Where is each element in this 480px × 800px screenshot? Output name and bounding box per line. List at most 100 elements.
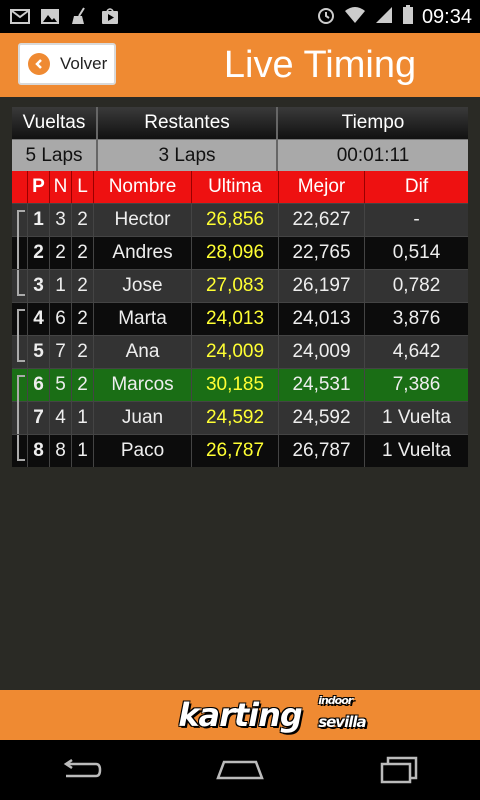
- row-last: 26,787: [192, 435, 279, 467]
- row-name: Paco: [94, 435, 192, 467]
- time-header: Tiempo: [278, 107, 468, 139]
- row-dif: 0,782: [392, 275, 441, 296]
- remaining-header: Restantes: [98, 107, 278, 139]
- row-bracket: [12, 204, 28, 238]
- summary-value-row: 5 Laps 3 Laps 00:01:11: [12, 139, 468, 171]
- row-bracket: [12, 270, 28, 302]
- back-button-label: Volver: [60, 54, 108, 73]
- row-name: Juan: [94, 402, 192, 434]
- laps-header: Vueltas: [12, 107, 98, 139]
- logo-sub-text: indoor: [318, 694, 353, 707]
- back-button[interactable]: Volver: [18, 43, 116, 85]
- row-best: 26,197: [279, 270, 365, 302]
- col-laps: L: [72, 171, 94, 203]
- row-last: 28,096: [192, 237, 279, 269]
- row-last: 24,592: [192, 402, 279, 434]
- row-dif: 4,642: [392, 341, 441, 362]
- row-name: Andres: [94, 237, 192, 269]
- image-icon: [40, 6, 60, 26]
- play-store-icon: [100, 6, 120, 26]
- row-number: 1: [50, 270, 72, 302]
- karting-logo: karting indoor sevilla: [178, 694, 366, 734]
- row-dif: 0,514: [392, 242, 441, 263]
- table-row: 1 3 2 Hector 26,856 22,627 -: [12, 203, 468, 238]
- row-dif: 1 Vuelta: [381, 440, 451, 461]
- timing-table: Vueltas Restantes Tiempo 5 Laps 3 Laps 0…: [12, 107, 468, 467]
- row-position: 2: [28, 237, 50, 269]
- table-row: 3 1 2 Jose 27,083 26,197 0,782: [12, 269, 468, 302]
- table-row: 5 7 2 Ana 24,009 24,009 4,642: [12, 335, 468, 368]
- table-row: 7 4 1 Juan 24,592 24,592 1 Vuelta: [12, 401, 468, 434]
- row-position: 5: [28, 336, 50, 368]
- row-last: 26,856: [192, 204, 279, 236]
- row-bracket: [12, 336, 28, 368]
- table-row-highlighted: 6 5 2 Marcos 30,185 24,531 7,386: [12, 368, 468, 403]
- row-laps: 2: [72, 237, 94, 269]
- broom-icon: [70, 6, 90, 26]
- row-number: 2: [50, 237, 72, 269]
- signal-icon: [374, 5, 394, 30]
- row-number: 3: [50, 204, 72, 236]
- row-best: 24,531: [279, 369, 365, 401]
- row-laps: 2: [72, 303, 94, 335]
- col-last: Ultima: [192, 171, 279, 203]
- alarm-icon: [316, 5, 336, 30]
- home-icon[interactable]: [210, 750, 270, 790]
- table-row: 8 8 1 Paco 26,787 26,787 1 Vuelta: [12, 434, 468, 467]
- row-laps: 2: [72, 270, 94, 302]
- laps-value: 5 Laps: [12, 139, 98, 171]
- chevron-left-icon: [28, 53, 50, 75]
- back-nav-icon[interactable]: [50, 750, 110, 790]
- col-dif: Dif: [365, 171, 468, 203]
- gmail-icon: [10, 6, 30, 26]
- row-number: 7: [50, 336, 72, 368]
- status-time: 09:34: [421, 6, 472, 28]
- row-position: 6: [28, 369, 50, 401]
- row-laps: 2: [72, 204, 94, 236]
- row-number: 6: [50, 303, 72, 335]
- row-number: 5: [50, 369, 72, 401]
- status-bar: 09:34: [0, 0, 480, 33]
- row-last: 24,009: [192, 336, 279, 368]
- row-name: Marta: [94, 303, 192, 335]
- row-last: 27,083: [192, 270, 279, 302]
- row-dif: 3,876: [392, 308, 441, 329]
- recent-apps-icon[interactable]: [370, 750, 430, 790]
- col-name: Nombre: [94, 171, 192, 203]
- row-bracket: [12, 402, 28, 434]
- battery-icon: [402, 5, 414, 30]
- page-title: Live Timing: [223, 44, 417, 86]
- app-header: Volver Live Timing: [0, 33, 480, 97]
- time-value: 00:01:11: [278, 139, 468, 171]
- row-position: 3: [28, 270, 50, 302]
- table-row: 2 2 2 Andres 28,096 22,765 0,514: [12, 236, 468, 269]
- row-best: 22,765: [279, 237, 365, 269]
- row-bracket: [12, 303, 28, 337]
- row-position: 8: [28, 435, 50, 467]
- row-bracket: [12, 435, 28, 467]
- row-position: 4: [28, 303, 50, 335]
- row-dif: 1 Vuelta: [381, 407, 451, 428]
- table-row: 4 6 2 Marta 24,013 24,013 3,876: [12, 302, 468, 337]
- row-last: 30,185: [192, 369, 279, 401]
- logo-text: karting: [178, 696, 303, 734]
- row-best: 22,627: [279, 204, 365, 236]
- row-number: 4: [50, 402, 72, 434]
- row-dif: 7,386: [392, 374, 441, 395]
- row-name: Jose: [94, 270, 192, 302]
- row-name: Marcos: [94, 369, 192, 401]
- summary-header-row: Vueltas Restantes Tiempo: [12, 107, 468, 139]
- col-best: Mejor: [279, 171, 365, 203]
- row-position: 1: [28, 204, 50, 236]
- row-best: 26,787: [279, 435, 365, 467]
- logo-city-text: sevilla: [318, 713, 366, 731]
- footer-banner: karting indoor sevilla: [0, 690, 480, 740]
- column-header-row: P N L Nombre Ultima Mejor Dif: [12, 171, 468, 203]
- wifi-icon: [344, 5, 366, 30]
- row-dif: -: [413, 209, 420, 230]
- row-best: 24,013: [279, 303, 365, 335]
- row-laps: 1: [72, 402, 94, 434]
- row-laps: 2: [72, 336, 94, 368]
- row-number: 8: [50, 435, 72, 467]
- row-best: 24,592: [279, 402, 365, 434]
